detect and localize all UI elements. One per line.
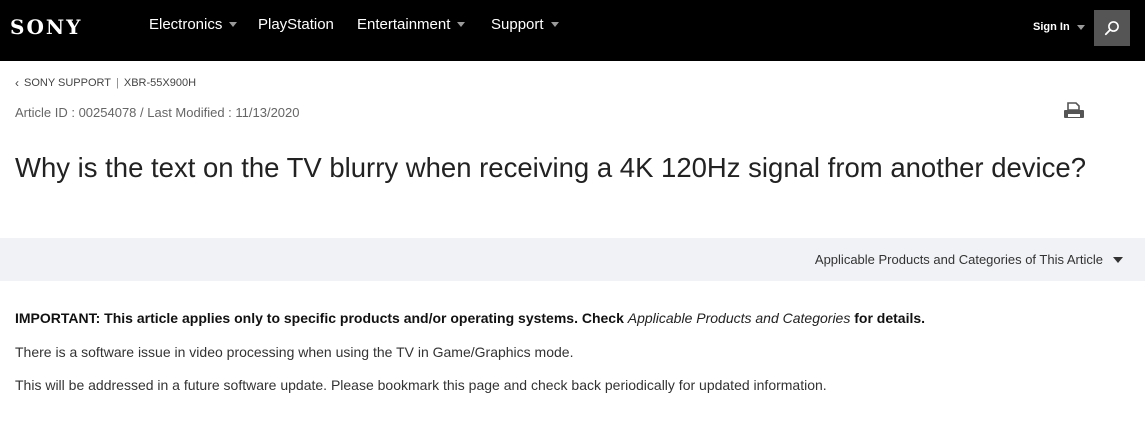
applicable-products-toggle[interactable]: Applicable Products and Categories of Th… — [815, 252, 1123, 267]
sign-in-label: Sign In — [1033, 21, 1070, 33]
chevron-down-icon — [457, 22, 466, 27]
paragraph-future-update: This will be addressed in a future softw… — [15, 377, 827, 393]
chevron-down-icon — [550, 22, 559, 27]
chevron-left-icon: ‹ — [15, 76, 19, 90]
nav-entertainment-label: Entertainment — [357, 16, 451, 33]
applicable-products-label: Applicable Products and Categories of Th… — [814, 252, 1103, 267]
nav-playstation[interactable]: PlayStation — [258, 16, 334, 33]
nav-support[interactable]: Support — [491, 16, 559, 33]
sony-logo[interactable]: SONY — [10, 15, 82, 39]
paragraph-software-issue: There is a software issue in video proce… — [15, 344, 574, 360]
applicable-products-link[interactable]: Applicable Products and Categories — [628, 310, 851, 326]
chevron-down-icon — [229, 22, 238, 27]
nav-playstation-label: PlayStation — [258, 16, 334, 33]
top-navigation: SONY Electronics PlayStation Entertainme… — [0, 0, 1145, 61]
chevron-down-icon — [1076, 24, 1085, 30]
nav-support-label: Support — [491, 16, 544, 33]
chevron-down-icon — [1113, 256, 1123, 263]
important-notice-prefix: IMPORTANT: This article applies only to … — [15, 310, 628, 326]
important-notice: IMPORTANT: This article applies only to … — [15, 310, 925, 326]
breadcrumb-separator: | — [116, 77, 119, 89]
nav-electronics-label: Electronics — [149, 16, 223, 33]
breadcrumb-model[interactable]: XBR-55X900H — [124, 77, 196, 89]
print-icon[interactable] — [1063, 101, 1085, 121]
breadcrumb-sony-support[interactable]: SONY SUPPORT — [24, 77, 111, 89]
nav-entertainment[interactable]: Entertainment — [357, 16, 466, 33]
page-title: Why is the text on the TV blurry when re… — [15, 152, 1087, 183]
breadcrumb: ‹ SONY SUPPORT | XBR-55X900H — [15, 76, 196, 90]
search-button[interactable] — [1094, 10, 1130, 46]
applicable-products-bar: Applicable Products and Categories of Th… — [0, 238, 1145, 281]
sign-in-menu[interactable]: Sign In — [1033, 21, 1085, 33]
search-icon — [1104, 21, 1119, 36]
article-meta: Article ID : 00254078 / Last Modified : … — [15, 105, 300, 120]
important-notice-suffix: for details. — [850, 310, 926, 326]
nav-electronics[interactable]: Electronics — [149, 16, 238, 33]
